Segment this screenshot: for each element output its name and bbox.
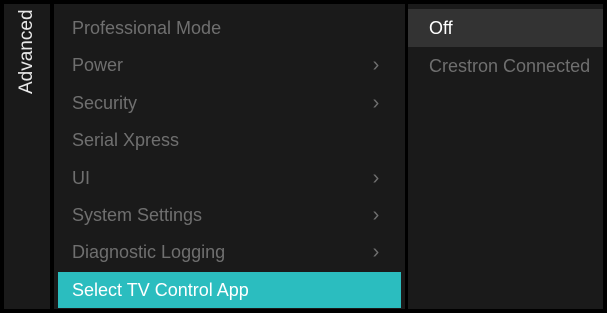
chevron-right-icon: › xyxy=(372,53,380,76)
section-tab-advanced[interactable]: Advanced xyxy=(4,4,50,309)
menu-item-serial-xpress[interactable]: Serial Xpress xyxy=(58,122,401,158)
menu-item-power[interactable]: Power › xyxy=(58,47,401,83)
tv-settings-screen: Advanced Professional Mode Power › Secur… xyxy=(0,0,607,313)
menu-item-label: Professional Mode xyxy=(72,17,222,38)
section-tab-label: Advanced xyxy=(16,9,37,94)
option-label: Off xyxy=(429,17,453,38)
option-label: Crestron Connected xyxy=(429,55,591,76)
menu-item-ui[interactable]: UI › xyxy=(58,160,401,196)
menu-item-professional-mode[interactable]: Professional Mode xyxy=(58,10,401,46)
menu-item-label: Diagnostic Logging xyxy=(72,241,226,262)
chevron-right-icon: › xyxy=(372,240,380,263)
settings-menu: Professional Mode Power › Security › Ser… xyxy=(54,4,405,309)
menu-item-label: System Settings xyxy=(72,204,203,225)
options-panel: Off Crestron Connected xyxy=(408,4,603,309)
option-off[interactable]: Off xyxy=(408,9,603,47)
chevron-right-icon: › xyxy=(372,91,380,114)
menu-item-diagnostic-logging[interactable]: Diagnostic Logging › xyxy=(58,234,401,270)
menu-item-label: Power xyxy=(72,54,124,75)
menu-item-label: UI xyxy=(72,167,90,188)
menu-item-system-settings[interactable]: System Settings › xyxy=(58,197,401,233)
menu-item-select-tv-control-app[interactable]: Select TV Control App xyxy=(58,272,401,308)
chevron-right-icon: › xyxy=(372,166,380,189)
chevron-right-icon: › xyxy=(372,203,380,226)
menu-item-label: Select TV Control App xyxy=(72,279,249,300)
menu-item-security[interactable]: Security › xyxy=(58,85,401,121)
menu-item-label: Serial Xpress xyxy=(72,129,180,150)
option-crestron-connected[interactable]: Crestron Connected xyxy=(408,47,603,85)
menu-item-label: Security xyxy=(72,92,138,113)
